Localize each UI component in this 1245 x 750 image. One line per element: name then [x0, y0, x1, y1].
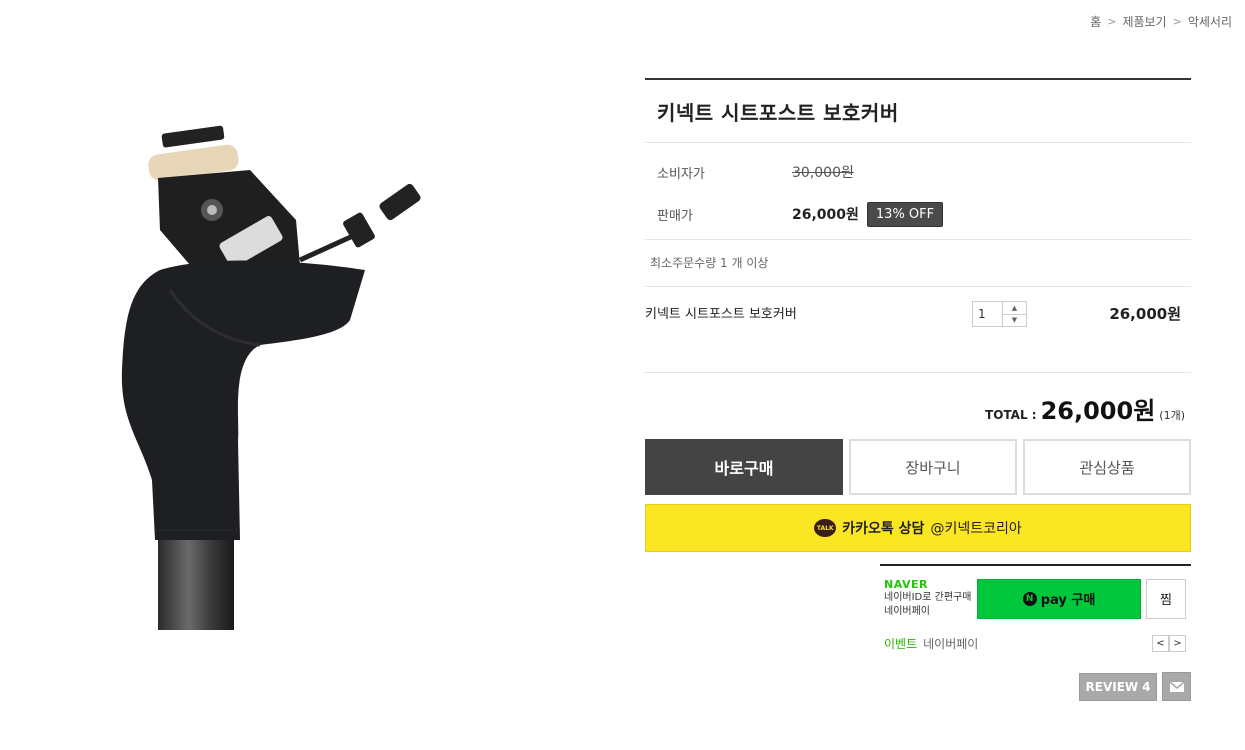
- zzim-button[interactable]: 찜: [1146, 578, 1186, 619]
- product-title: 키넥트 시트포스트 보호커버: [645, 80, 1191, 143]
- naver-sub-text: 네이버페이: [884, 606, 930, 617]
- seatpost-cover-illustration: [121, 125, 421, 630]
- breadcrumb: 홈 > 제품보기 > 악세서리: [1090, 13, 1232, 30]
- selected-option-row: 키넥트 시트포스트 보호커버 ▲ ▼ 26,000원: [645, 287, 1191, 373]
- breadcrumb-home[interactable]: 홈: [1090, 13, 1101, 30]
- add-to-cart-button[interactable]: 장바구니: [849, 439, 1017, 495]
- total-count: (1개): [1159, 409, 1185, 422]
- consumer-price-row: 소비자가 30,000원: [657, 161, 1179, 183]
- npay-buy-button[interactable]: N pay 구매: [977, 578, 1141, 619]
- mail-icon[interactable]: [1162, 672, 1191, 701]
- chevron-right-icon[interactable]: >: [1169, 635, 1186, 652]
- product-info-panel: 키넥트 시트포스트 보호커버 소비자가 30,000원 판매가 26,000원 …: [645, 78, 1191, 552]
- quantity-down-icon[interactable]: ▼: [1003, 313, 1026, 327]
- sale-price-row: 판매가 26,000원 13% OFF: [657, 201, 1179, 227]
- event-text: 네이버페이: [923, 637, 979, 651]
- consumer-price-label: 소비자가: [657, 166, 705, 182]
- quantity-up-icon[interactable]: ▲: [1003, 302, 1026, 314]
- total-price-row: TOTAL : 26,000원 (1개): [645, 373, 1191, 439]
- quantity-stepper: ▲ ▼: [972, 301, 1027, 327]
- kakao-handle: @키넥트코리아: [930, 521, 1022, 537]
- sale-price: 26,000원: [792, 207, 859, 223]
- kakao-consult-label: 카카오톡 상담: [842, 521, 925, 537]
- option-name: 키넥트 시트포스트 보호커버: [645, 307, 797, 322]
- naver-event-row: 이벤트 네이버페이 < >: [880, 635, 1191, 652]
- wishlist-button[interactable]: 관심상품: [1023, 439, 1191, 495]
- review-button[interactable]: REVIEW 4: [1079, 673, 1157, 701]
- option-price: 26,000원: [1109, 305, 1181, 323]
- event-label[interactable]: 이벤트: [884, 635, 917, 652]
- action-buttons: 바로구매 장바구니 관심상품: [645, 439, 1191, 495]
- discount-badge: 13% OFF: [866, 201, 944, 227]
- quantity-input[interactable]: [973, 302, 1003, 326]
- review-label: REVIEW: [1085, 680, 1139, 694]
- review-count: 4: [1142, 680, 1151, 694]
- product-image: [100, 120, 430, 635]
- naver-sub-text: 네이버ID로 간편구매: [884, 592, 972, 603]
- min-order-quantity: 최소주문수량 1 개 이상: [645, 240, 1191, 287]
- breadcrumb-separator: >: [1107, 15, 1117, 28]
- breadcrumb-current[interactable]: 악세서리: [1188, 13, 1232, 30]
- kakao-talk-icon: TALK: [814, 519, 837, 537]
- total-price: 26,000원: [1040, 397, 1156, 425]
- consumer-price: 30,000원: [792, 165, 854, 181]
- naver-logo: NAVER: [884, 578, 928, 591]
- chevron-left-icon[interactable]: <: [1152, 635, 1169, 652]
- buy-now-button[interactable]: 바로구매: [645, 439, 843, 495]
- total-label: TOTAL :: [985, 408, 1037, 422]
- npay-icon: N: [1022, 591, 1037, 606]
- naver-pay-box: NAVER 네이버ID로 간편구매 네이버페이 N pay 구매 찜 이벤트 네…: [880, 564, 1191, 652]
- kakao-talk-consult-button[interactable]: TALK 카카오톡 상담 @키넥트코리아: [645, 504, 1191, 552]
- breadcrumb-separator: >: [1172, 15, 1182, 28]
- price-block: 소비자가 30,000원 판매가 26,000원 13% OFF: [645, 143, 1191, 240]
- npay-label: pay 구매: [1040, 593, 1096, 608]
- sale-price-label: 판매가: [657, 208, 693, 224]
- breadcrumb-category[interactable]: 제품보기: [1122, 13, 1166, 30]
